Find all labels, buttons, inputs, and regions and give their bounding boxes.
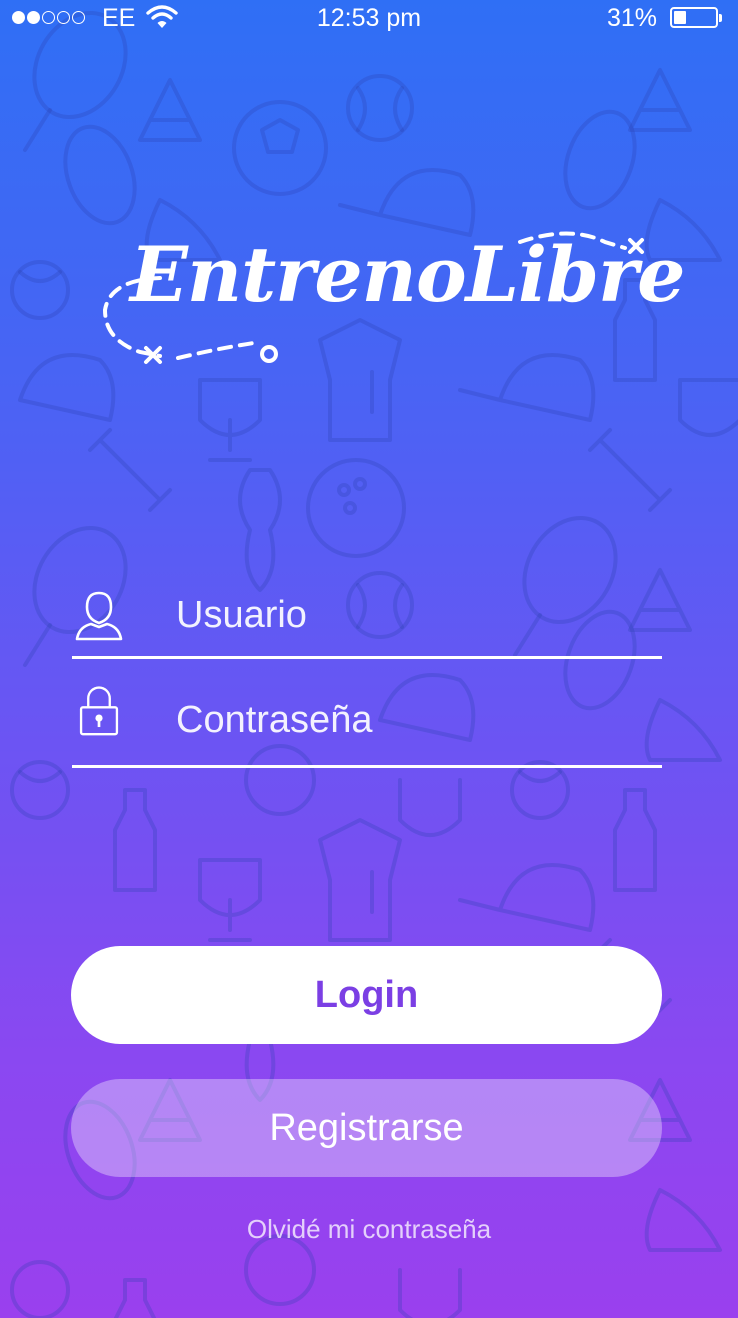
lock-icon xyxy=(79,686,119,736)
password-field[interactable] xyxy=(72,668,662,768)
login-button[interactable]: Login xyxy=(71,946,662,1044)
password-input[interactable] xyxy=(176,692,646,748)
password-underline xyxy=(72,765,662,768)
register-button[interactable]: Registrarse xyxy=(71,1079,662,1177)
forgot-password-link[interactable]: Olvidé mi contraseña xyxy=(0,1214,738,1245)
logo-text: EntrenoLibre xyxy=(130,230,685,319)
status-bar: EE 12:53 pm 31% xyxy=(0,0,738,36)
username-input[interactable] xyxy=(176,587,646,643)
battery-percent: 31% xyxy=(607,4,658,32)
app-logo: EntrenoLibre xyxy=(100,220,685,380)
battery-level-fill xyxy=(674,11,686,24)
battery-icon xyxy=(670,7,722,28)
username-underline xyxy=(72,656,662,659)
username-field[interactable] xyxy=(72,559,662,659)
user-icon xyxy=(75,591,123,641)
